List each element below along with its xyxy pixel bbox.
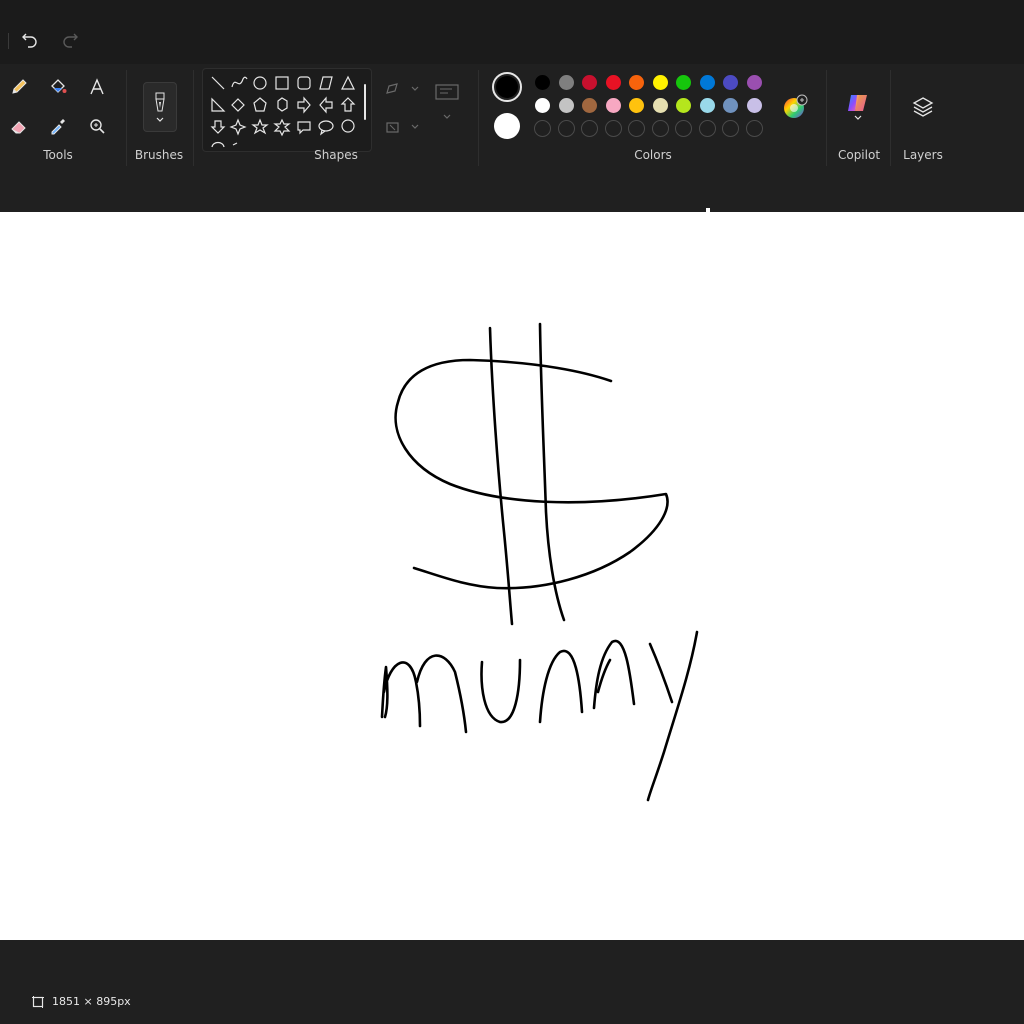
letter-y bbox=[646, 630, 699, 802]
ribbon: Tools Brushes Shapes Colors Copilot Laye… bbox=[0, 64, 1024, 212]
color-swatch[interactable] bbox=[535, 98, 550, 113]
pencil-icon bbox=[12, 79, 27, 94]
color-swatch[interactable] bbox=[746, 98, 762, 113]
brush-icon bbox=[155, 92, 165, 112]
custom-color-slot[interactable] bbox=[722, 120, 739, 137]
color-wheel-icon bbox=[784, 94, 808, 118]
magnifier-icon bbox=[90, 119, 105, 134]
brushes-label: Brushes bbox=[134, 148, 184, 162]
shape-style-button[interactable] bbox=[432, 84, 462, 119]
canvas-size-icon bbox=[32, 996, 44, 1008]
shape-style-icon bbox=[435, 84, 459, 119]
ribbon-separator bbox=[126, 70, 127, 166]
chevron-down-icon bbox=[854, 115, 862, 120]
ribbon-separator bbox=[890, 70, 891, 166]
layers-label: Layers bbox=[903, 148, 943, 162]
undo-icon bbox=[22, 33, 37, 48]
ribbon-separator bbox=[478, 70, 479, 166]
shapes-gallery[interactable] bbox=[202, 68, 372, 152]
primary-color-swatch bbox=[496, 76, 518, 98]
color-swatch[interactable] bbox=[535, 75, 550, 90]
color-swatch[interactable] bbox=[582, 98, 597, 113]
ribbon-separator bbox=[193, 70, 194, 166]
text-tool[interactable] bbox=[82, 72, 112, 102]
color-swatch[interactable] bbox=[699, 98, 715, 113]
color-swatch[interactable] bbox=[723, 98, 738, 113]
secondary-color[interactable] bbox=[494, 113, 520, 139]
ribbon-separator bbox=[826, 70, 827, 166]
layers-icon bbox=[912, 97, 934, 117]
letter-u bbox=[480, 658, 522, 724]
custom-color-slot[interactable] bbox=[557, 120, 575, 137]
status-bar: 1851 × 895px bbox=[0, 940, 1024, 1024]
color-swatch[interactable] bbox=[629, 98, 644, 113]
color-swatch[interactable] bbox=[746, 75, 762, 90]
color-swatch[interactable] bbox=[605, 98, 621, 113]
colors-label: Colors bbox=[634, 148, 672, 162]
canvas-size-readout: 1851 × 895px bbox=[52, 995, 131, 1008]
custom-color-slot[interactable] bbox=[651, 120, 669, 137]
tools-label: Tools bbox=[43, 148, 73, 162]
color-swatch[interactable] bbox=[582, 75, 597, 90]
freehand-drawing bbox=[380, 322, 699, 802]
custom-color-slot[interactable] bbox=[675, 120, 692, 137]
custom-color-slot[interactable] bbox=[698, 120, 716, 137]
fill-tool[interactable] bbox=[43, 72, 73, 102]
shapes-scrollbar[interactable] bbox=[364, 84, 366, 120]
dollar-s-stroke bbox=[394, 358, 669, 590]
color-swatch[interactable] bbox=[676, 75, 691, 90]
canvas-resize-handle-top[interactable] bbox=[706, 208, 710, 212]
redo-icon bbox=[63, 33, 78, 48]
fill-bucket-icon bbox=[51, 79, 67, 93]
custom-color-slot[interactable] bbox=[581, 120, 598, 137]
color-swatch[interactable] bbox=[676, 98, 691, 113]
copilot-button[interactable] bbox=[843, 86, 873, 126]
title-bar bbox=[0, 0, 1024, 64]
outline-icon bbox=[386, 83, 419, 94]
custom-color-slot[interactable] bbox=[745, 120, 763, 137]
outline-dropdown[interactable] bbox=[380, 74, 424, 104]
letter-n2 bbox=[592, 639, 636, 710]
edit-colors-button[interactable] bbox=[779, 92, 809, 122]
layers-button[interactable] bbox=[908, 92, 938, 122]
eraser-tool[interactable] bbox=[4, 111, 34, 141]
text-icon bbox=[90, 78, 104, 95]
redo-button[interactable] bbox=[57, 26, 83, 54]
copilot-icon bbox=[848, 95, 867, 111]
color-swatch[interactable] bbox=[629, 75, 644, 90]
eraser-icon bbox=[11, 121, 26, 134]
magnifier-tool[interactable] bbox=[82, 111, 112, 141]
chevron-down-icon bbox=[156, 117, 164, 122]
copilot-label: Copilot bbox=[837, 148, 881, 162]
pencil-tool[interactable] bbox=[4, 72, 34, 102]
color-swatch[interactable] bbox=[652, 98, 668, 113]
dollar-line-left bbox=[488, 326, 514, 626]
letter-m bbox=[380, 654, 468, 734]
color-swatch[interactable] bbox=[652, 75, 668, 90]
shapes-gallery-icons bbox=[210, 75, 356, 148]
custom-color-slot[interactable] bbox=[628, 120, 645, 137]
custom-color-slot[interactable] bbox=[604, 120, 622, 137]
color-picker-tool[interactable] bbox=[43, 111, 73, 141]
drawing-canvas[interactable] bbox=[0, 208, 1024, 944]
color-swatch[interactable] bbox=[699, 75, 715, 90]
letter-n1 bbox=[538, 649, 584, 724]
primary-color[interactable] bbox=[492, 72, 522, 102]
color-swatch[interactable] bbox=[558, 75, 574, 90]
shapes-label: Shapes bbox=[314, 148, 358, 162]
color-swatch[interactable] bbox=[723, 75, 738, 90]
brushes-button[interactable] bbox=[143, 82, 177, 132]
undo-button[interactable] bbox=[17, 26, 43, 54]
color-swatch[interactable] bbox=[558, 98, 574, 113]
color-swatch[interactable] bbox=[605, 75, 621, 90]
fill-dropdown[interactable] bbox=[380, 112, 424, 142]
title-separator bbox=[8, 33, 9, 49]
eyedropper-icon bbox=[51, 119, 65, 135]
custom-color-slot[interactable] bbox=[534, 120, 551, 137]
fill-shape-icon bbox=[386, 122, 419, 133]
